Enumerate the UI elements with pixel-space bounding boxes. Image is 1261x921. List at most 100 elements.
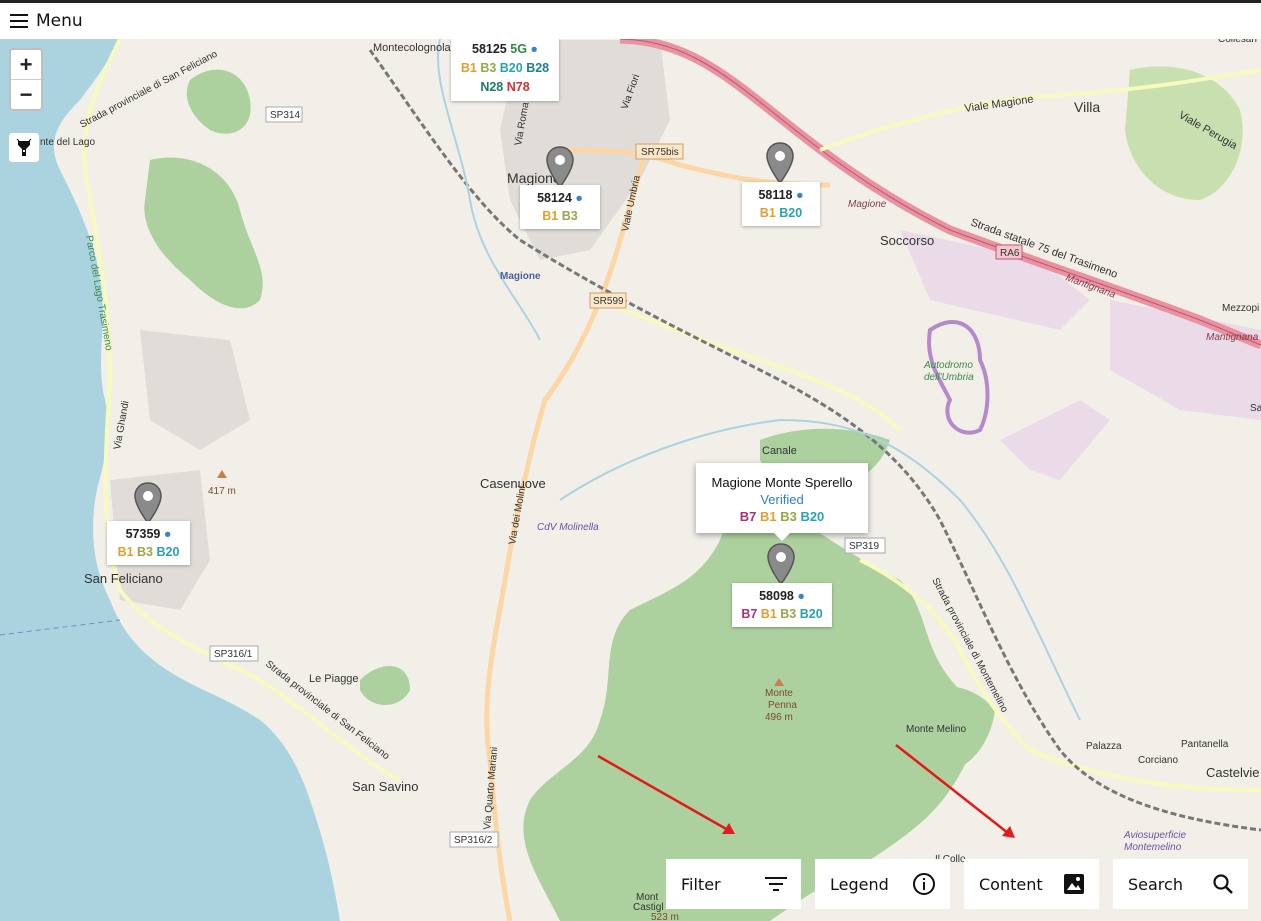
- zoom-in-button[interactable]: +: [11, 50, 41, 80]
- filter-icon: [765, 877, 787, 891]
- band: B28: [526, 61, 550, 75]
- band: B3: [561, 209, 578, 223]
- place-label: Monte Melino: [906, 724, 966, 735]
- band: B3: [480, 61, 497, 75]
- site-label[interactable]: 57359 ● B1 B3 B20: [107, 521, 190, 565]
- locate-button[interactable]: [9, 133, 39, 162]
- map-pin-icon: ●: [797, 589, 805, 603]
- band: B20: [799, 607, 823, 621]
- zoom-control: + −: [9, 48, 43, 111]
- place-label: 417 m: [208, 486, 236, 497]
- place-label: 523 m: [651, 912, 679, 921]
- place-label: Aviosuperficie: [1123, 830, 1187, 841]
- place-label: Casenuove: [480, 476, 546, 491]
- place-label: Montecolognola: [373, 42, 452, 54]
- place-label: San Feliciano: [84, 571, 163, 586]
- forest-west: [144, 157, 263, 309]
- site-label[interactable]: 58118 ● B1 B20: [742, 182, 820, 226]
- place-label: nte del Lago: [40, 137, 95, 148]
- legend-button[interactable]: Legend: [815, 859, 950, 909]
- forest-piagge: [360, 666, 410, 705]
- band: B3: [137, 545, 154, 559]
- search-icon: [1213, 874, 1233, 894]
- site-label[interactable]: 58124 ● B1 B3: [520, 185, 600, 229]
- site-label[interactable]: 58125 5G ● B1 B3 B20 B28 N28 N78: [451, 38, 559, 101]
- search-button[interactable]: Search: [1113, 859, 1248, 909]
- annotation-arrowhead-2: [1002, 826, 1015, 838]
- site-id: 57359: [125, 527, 161, 541]
- site-id: 58098: [759, 589, 794, 603]
- road-shield: RA6: [1000, 248, 1020, 259]
- band: B1: [760, 607, 777, 621]
- filter-button[interactable]: Filter: [666, 859, 801, 909]
- place-label: Corciano: [1138, 755, 1178, 766]
- band: N28: [480, 80, 504, 94]
- band: B3: [780, 607, 797, 621]
- place-label: Sa: [1250, 403, 1261, 414]
- map-pin-icon: ●: [163, 527, 172, 541]
- place-label: Autodromo: [923, 360, 973, 371]
- map-canvas[interactable]: Montecolognola Magione Magione Villa Via…: [0, 0, 1261, 921]
- content-button[interactable]: Content: [964, 859, 1099, 909]
- place-label: Canale: [762, 445, 797, 457]
- hamburger-icon: [10, 14, 28, 28]
- image-icon: [1064, 874, 1084, 894]
- band: B3: [780, 509, 797, 524]
- forest-north: [186, 69, 251, 134]
- place-label: Penna: [768, 700, 797, 711]
- flashlight-icon: [16, 138, 32, 156]
- popup-status: Verified: [760, 492, 804, 507]
- band: 5G: [510, 42, 527, 56]
- popup-bands: B7 B1 B3 B20: [696, 508, 868, 525]
- band: B1: [460, 61, 477, 75]
- road-shield: SP314: [270, 110, 300, 121]
- popup-title: Magione Monte Sperello: [711, 475, 853, 490]
- band: N78: [506, 80, 530, 94]
- site-marker-icon[interactable]: [766, 142, 794, 184]
- place-label: Castelvie: [1206, 765, 1259, 780]
- site-popup[interactable]: Magione Monte Sperello Verified B7 B1 B3…: [696, 463, 868, 541]
- site-marker-icon[interactable]: [546, 146, 574, 188]
- map-pin-icon: ●: [796, 188, 804, 202]
- road-shield: SR599: [593, 296, 624, 307]
- band: B7: [739, 509, 757, 524]
- road-label: Via Ghandi: [112, 400, 131, 450]
- band: B1: [759, 509, 777, 524]
- place-label: Le Piagge: [309, 673, 359, 685]
- band: B20: [156, 545, 180, 559]
- top-bar: Menu: [0, 0, 1261, 39]
- road-shield: SR75bis: [641, 147, 679, 158]
- road-label: Via dei Molini: [507, 485, 528, 545]
- site-label[interactable]: 58098 ● B7 B1 B3 B20: [732, 583, 832, 627]
- place-label: 496 m: [765, 712, 793, 723]
- search-label: Search: [1128, 874, 1183, 894]
- place-label: Mezzopi: [1222, 303, 1259, 314]
- road-shield: SP316/1: [214, 649, 253, 660]
- legend-label: Legend: [830, 874, 889, 894]
- road-shield: SP316/2: [454, 835, 493, 846]
- road-shield: SP319: [849, 541, 879, 552]
- site-id: 58125: [472, 42, 507, 56]
- site-marker-icon[interactable]: [134, 482, 162, 524]
- industrial-lower: [1000, 400, 1110, 480]
- info-icon: [913, 873, 935, 895]
- peak-icon: [217, 470, 227, 478]
- place-label: Monte: [765, 688, 793, 699]
- band: B20: [800, 509, 825, 524]
- band: B1: [759, 206, 776, 220]
- site-id: 58124: [537, 191, 572, 205]
- band: B1: [542, 209, 559, 223]
- menu-label: Menu: [36, 11, 83, 31]
- site-marker-icon[interactable]: [767, 543, 795, 585]
- place-label: Palazza: [1086, 741, 1122, 752]
- menu-button[interactable]: Menu: [0, 11, 93, 31]
- map-pin-icon: ●: [575, 191, 583, 205]
- place-label: CdV Molinella: [537, 522, 599, 533]
- zoom-out-button[interactable]: −: [11, 80, 41, 109]
- content-label: Content: [979, 874, 1043, 894]
- place-label: dell'Umbria: [924, 372, 974, 383]
- road-label: Magione: [848, 199, 887, 210]
- place-label: Pantanella: [1181, 739, 1229, 750]
- place-label: Soccorso: [880, 233, 934, 248]
- band: B20: [779, 206, 803, 220]
